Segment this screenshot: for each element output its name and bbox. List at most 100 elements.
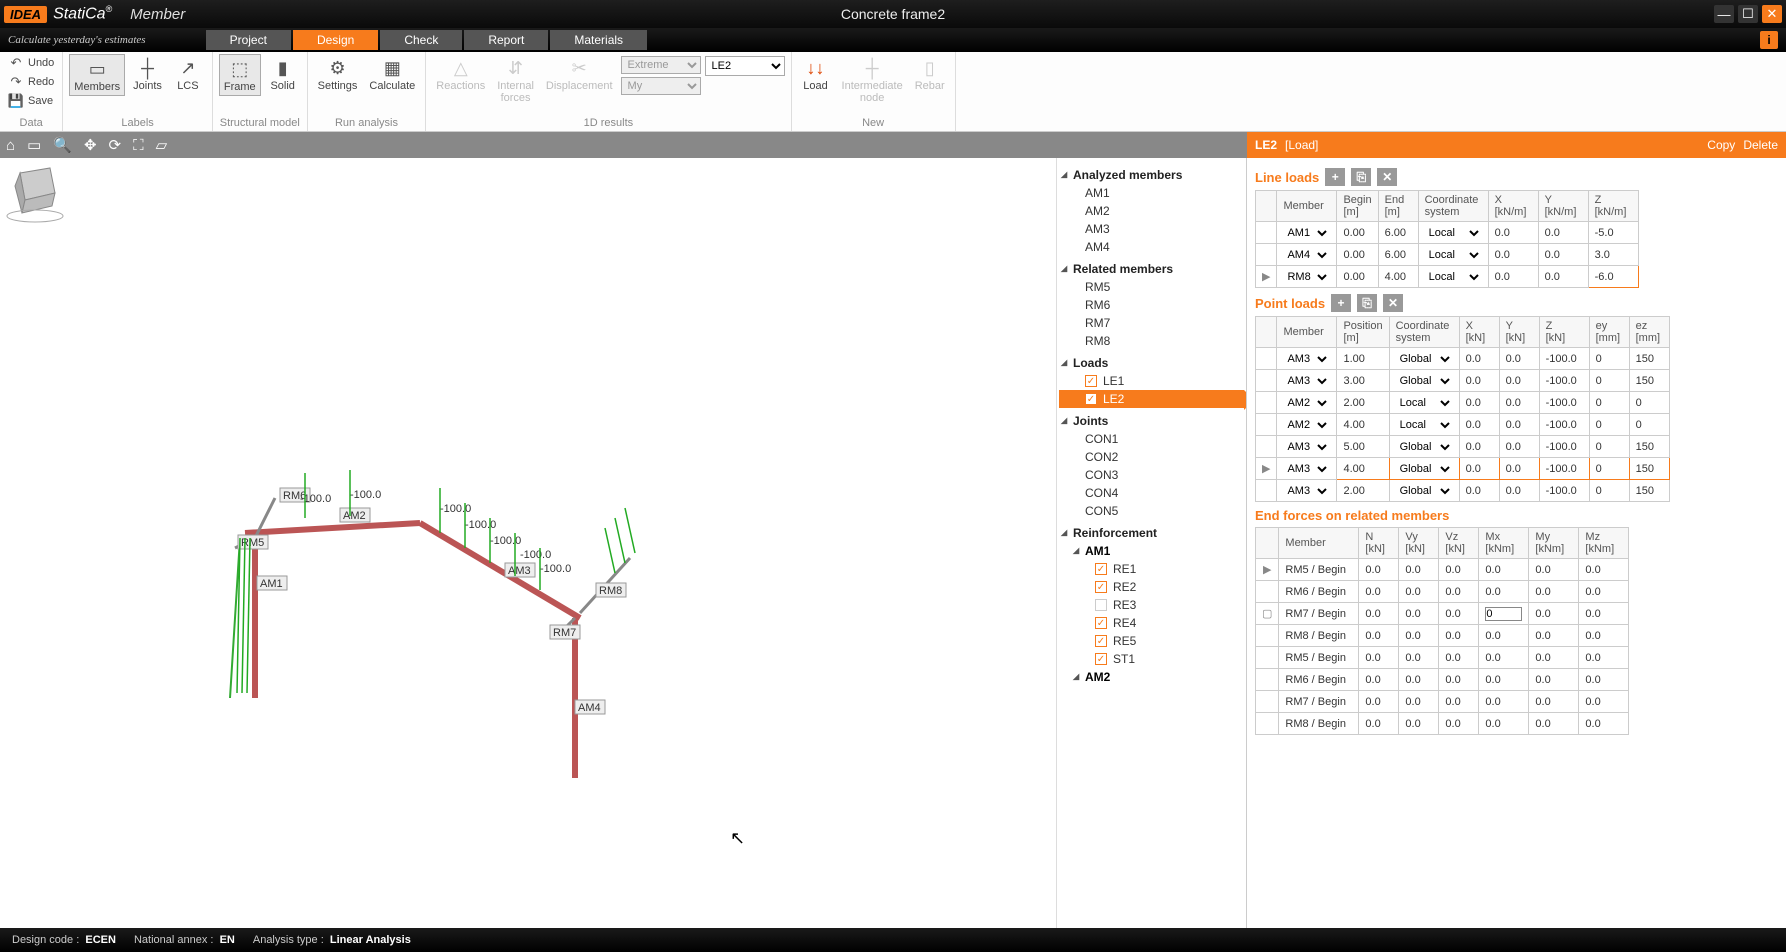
cell[interactable]: 0 bbox=[1589, 392, 1629, 414]
nav-item-re3[interactable]: ✓RE3 bbox=[1059, 596, 1244, 614]
fullscreen-icon[interactable]: ⛶ bbox=[133, 137, 144, 154]
cell[interactable]: 0.0 bbox=[1439, 559, 1479, 581]
nav-group-loads[interactable]: Loads bbox=[1059, 354, 1244, 372]
row-selector[interactable] bbox=[1256, 480, 1277, 502]
cell[interactable]: 0 bbox=[1589, 480, 1629, 502]
cell[interactable]: 0.0 bbox=[1439, 669, 1479, 691]
settings-button[interactable]: ⚙Settings bbox=[314, 54, 362, 94]
coord-select[interactable]: Local bbox=[1425, 226, 1482, 240]
cell[interactable]: 0.0 bbox=[1579, 603, 1629, 625]
col-header[interactable]: Z [kN] bbox=[1539, 317, 1589, 348]
cell[interactable]: 0.0 bbox=[1529, 669, 1579, 691]
cell[interactable]: RM7 / Begin bbox=[1279, 603, 1359, 625]
cell[interactable]: 0.0 bbox=[1529, 691, 1579, 713]
cell[interactable]: 0.0 bbox=[1359, 713, 1399, 735]
delete-button[interactable]: Delete bbox=[1743, 138, 1778, 152]
reactions-button[interactable]: △Reactions bbox=[432, 54, 489, 94]
nav-item-am3[interactable]: AM3 bbox=[1059, 220, 1244, 238]
cell[interactable]: 0.0 bbox=[1399, 581, 1439, 603]
nav-item-le2[interactable]: ✓LE2 bbox=[1059, 390, 1244, 408]
new-rebar-button[interactable]: ▯Rebar bbox=[911, 54, 949, 94]
cell[interactable]: 0.0 bbox=[1499, 414, 1539, 436]
cell[interactable]: 2.00 bbox=[1337, 392, 1389, 414]
cell[interactable]: 0.0 bbox=[1479, 647, 1529, 669]
new-load-button[interactable]: ↓↓Load bbox=[798, 54, 834, 94]
cell[interactable]: 1.00 bbox=[1337, 348, 1389, 370]
tab-check[interactable]: Check bbox=[380, 30, 462, 50]
cell[interactable]: 0.0 bbox=[1479, 669, 1529, 691]
cell[interactable]: 0.0 bbox=[1459, 414, 1499, 436]
solid-button[interactable]: ▮Solid bbox=[265, 54, 301, 94]
row-selector[interactable] bbox=[1256, 669, 1279, 691]
cell[interactable]: 150 bbox=[1629, 436, 1669, 458]
row-selector[interactable] bbox=[1256, 436, 1277, 458]
col-header[interactable]: Coordinate system bbox=[1418, 191, 1488, 222]
joints-button[interactable]: ┼Joints bbox=[129, 54, 166, 94]
member-select[interactable]: AM3 bbox=[1283, 352, 1330, 366]
nav-group-analyzed-members[interactable]: Analyzed members bbox=[1059, 166, 1244, 184]
tab-design[interactable]: Design bbox=[293, 30, 378, 50]
copy-row-button[interactable]: ⎘ bbox=[1351, 168, 1371, 186]
cell[interactable]: 0.0 bbox=[1359, 691, 1399, 713]
cell[interactable]: 0.0 bbox=[1479, 691, 1529, 713]
row-selector[interactable] bbox=[1256, 625, 1279, 647]
col-header[interactable]: Z [kN/m] bbox=[1588, 191, 1638, 222]
cell[interactable]: 0.0 bbox=[1529, 625, 1579, 647]
refresh-icon[interactable]: ⟳ bbox=[109, 136, 122, 154]
delete-row-button[interactable]: ✕ bbox=[1383, 294, 1403, 312]
cell[interactable]: -6.0 bbox=[1588, 266, 1638, 288]
cell[interactable]: 0.0 bbox=[1359, 603, 1399, 625]
cell[interactable]: 0.0 bbox=[1359, 559, 1399, 581]
cell[interactable]: 0.0 bbox=[1359, 669, 1399, 691]
row-selector[interactable] bbox=[1256, 647, 1279, 669]
cell[interactable]: 0.0 bbox=[1459, 348, 1499, 370]
cell[interactable]: 0.00 bbox=[1337, 244, 1378, 266]
cell[interactable]: 0.0 bbox=[1359, 647, 1399, 669]
cell[interactable]: 0.00 bbox=[1337, 222, 1378, 244]
col-header[interactable]: Y [kN/m] bbox=[1538, 191, 1588, 222]
nav-item-con2[interactable]: CON2 bbox=[1059, 448, 1244, 466]
cell[interactable]: 0.0 bbox=[1459, 370, 1499, 392]
nav-item-re5[interactable]: ✓RE5 bbox=[1059, 632, 1244, 650]
cell[interactable]: 0.0 bbox=[1479, 713, 1529, 735]
col-header[interactable]: N [kN] bbox=[1359, 528, 1399, 559]
cell[interactable]: 0.0 bbox=[1579, 647, 1629, 669]
my-select[interactable]: My bbox=[621, 77, 701, 95]
cell[interactable]: 150 bbox=[1629, 458, 1669, 480]
coord-select[interactable]: Local bbox=[1396, 418, 1453, 432]
cell[interactable]: 0.0 bbox=[1439, 647, 1479, 669]
cell[interactable]: 0.0 bbox=[1488, 222, 1538, 244]
zoom-icon[interactable]: 🔍 bbox=[53, 136, 72, 154]
col-header[interactable]: ey [mm] bbox=[1589, 317, 1629, 348]
cell-input[interactable] bbox=[1485, 607, 1522, 621]
cell[interactable]: -100.0 bbox=[1539, 392, 1589, 414]
cell[interactable]: 0.0 bbox=[1488, 266, 1538, 288]
col-header[interactable]: Vz [kN] bbox=[1439, 528, 1479, 559]
col-header[interactable]: End [m] bbox=[1378, 191, 1418, 222]
cell[interactable]: 0.0 bbox=[1529, 581, 1579, 603]
nav-item-rm8[interactable]: RM8 bbox=[1059, 332, 1244, 350]
cell[interactable]: RM6 / Begin bbox=[1279, 669, 1359, 691]
close-button[interactable]: ✕ bbox=[1762, 5, 1782, 23]
coord-select[interactable]: Local bbox=[1396, 396, 1453, 410]
nav-item-re2[interactable]: ✓RE2 bbox=[1059, 578, 1244, 596]
cell[interactable]: 0.0 bbox=[1479, 581, 1529, 603]
cell[interactable]: 0.0 bbox=[1579, 691, 1629, 713]
cell[interactable]: RM8 / Begin bbox=[1279, 713, 1359, 735]
cell[interactable]: 0.0 bbox=[1499, 370, 1539, 392]
cell[interactable] bbox=[1479, 603, 1529, 625]
row-selector[interactable] bbox=[1256, 581, 1279, 603]
displacement-button[interactable]: ✂Displacement bbox=[542, 54, 617, 94]
col-header[interactable]: My [kNm] bbox=[1529, 528, 1579, 559]
cell[interactable]: 0.0 bbox=[1439, 603, 1479, 625]
cell[interactable]: 150 bbox=[1629, 370, 1669, 392]
col-header[interactable]: Coordinate system bbox=[1389, 317, 1459, 348]
cell[interactable]: 0.0 bbox=[1479, 559, 1529, 581]
nav-item-re4[interactable]: ✓RE4 bbox=[1059, 614, 1244, 632]
cell[interactable]: 0 bbox=[1589, 370, 1629, 392]
row-selector[interactable] bbox=[1256, 691, 1279, 713]
cell[interactable]: 0 bbox=[1589, 458, 1629, 480]
cell[interactable]: 0.0 bbox=[1399, 603, 1439, 625]
nav-item-st1[interactable]: ✓ST1 bbox=[1059, 650, 1244, 668]
cell[interactable]: RM8 / Begin bbox=[1279, 625, 1359, 647]
